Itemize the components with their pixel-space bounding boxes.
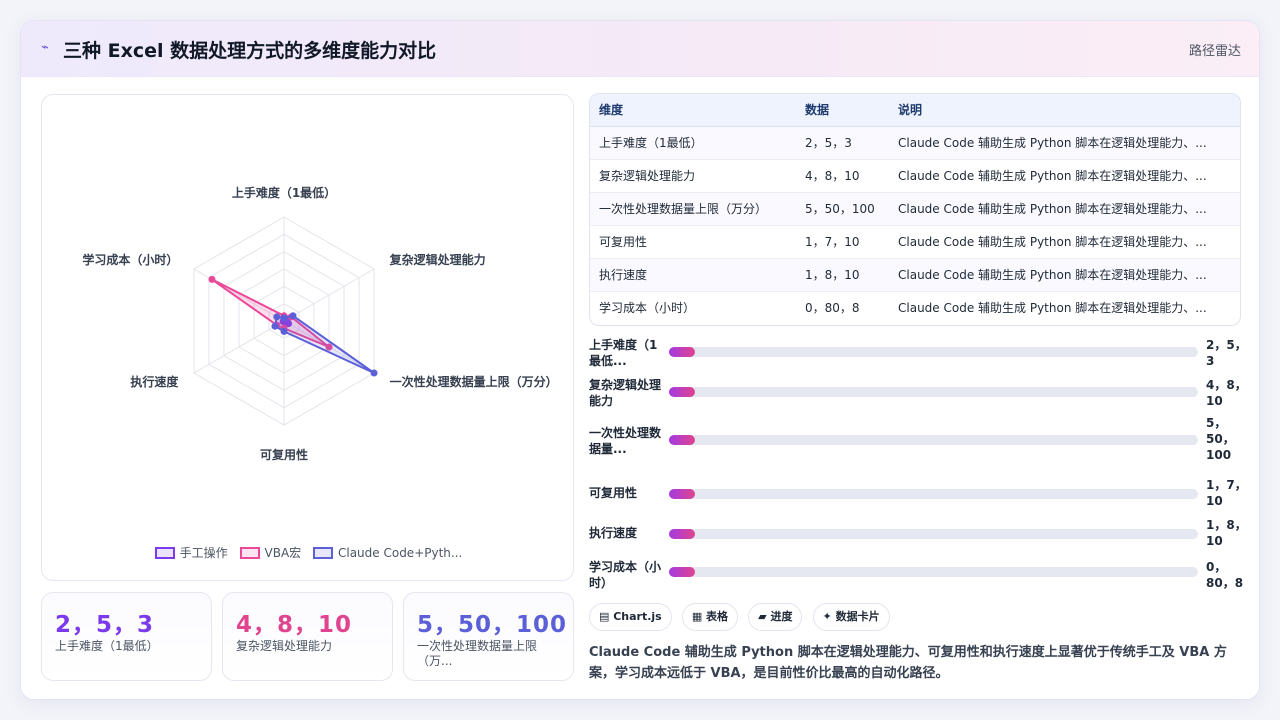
view-tag[interactable]: 路径雷达: [1189, 40, 1241, 59]
radar-axis-label: 学习成本（小时）: [82, 252, 178, 267]
line-chart-icon: ⌁: [41, 40, 49, 55]
legend-item-claude[interactable]: Claude Code+Pyth...: [312, 546, 463, 560]
table-row[interactable]: 执行速度 1，8，10 Claude Code 辅助生成 Python 脚本在逻辑处…: [590, 258, 1240, 292]
legend-label-claude: Claude Code+Pyth...: [337, 546, 463, 560]
chip-table[interactable]: ▦ 表格: [681, 603, 739, 631]
progress-track: [669, 387, 1198, 397]
progress-value: 5，50，100: [1206, 416, 1235, 462]
radar-series-2-point: [280, 327, 288, 335]
radar-series-2-point: [370, 369, 378, 377]
stat-label: 一次性处理数据量上限（万...: [417, 639, 538, 668]
cell-dimension: 可复用性: [590, 225, 796, 259]
feature-chips: ▤ Chart.js ▦ 表格 ▰ 进度 ✦ 数据卡片: [589, 603, 895, 631]
progress-fill: [669, 489, 696, 499]
legend-swatch-manual: [154, 547, 175, 559]
cell-note: Claude Code 辅助生成 Python 脚本在逻辑处理能力、...: [889, 225, 1240, 259]
column-header: 维度: [590, 94, 796, 127]
legend-swatch-vba: [239, 547, 260, 559]
table-row[interactable]: 学习成本（小时） 0，80，8 Claude Code 辅助生成 Python 脚本…: [590, 291, 1240, 324]
cell-dimension: 上手难度（1最低）: [590, 126, 796, 160]
legend-label-vba: VBA宏: [264, 546, 302, 560]
cell-dimension: 学习成本（小时）: [599, 301, 696, 316]
radar-axis-label: 执行速度: [130, 374, 179, 389]
table-row[interactable]: 上手难度（1最低） 2，5，3 Claude Code 辅助生成 Python 脚本…: [590, 126, 1240, 160]
progress-value: 0，80，8: [1206, 560, 1244, 590]
cell-data: 1，8，10: [796, 258, 889, 292]
progress-fill: [669, 435, 696, 445]
header-bar: ⌁ 三种 Excel 数据处理方式的多维度能力对比 路径雷达: [21, 21, 1259, 77]
progress-track: [669, 489, 1198, 499]
cell-data: 2，5，3: [796, 126, 889, 160]
progress-track: [669, 529, 1198, 539]
data-table-panel: 维度 数据 说明 上手难度（1最低） 2，5，3 Claude Code 辅助生成 …: [589, 93, 1241, 326]
progress-value: 2，5，3: [1206, 338, 1247, 368]
cell-note: Claude Code 辅助生成 Python 脚本在逻辑处理能力、...: [889, 126, 1240, 160]
progress-label: 执行速度: [589, 526, 638, 540]
chip-chartjs[interactable]: ▤ Chart.js: [589, 603, 672, 631]
chip-progress[interactable]: ▰ 进度: [748, 603, 803, 631]
cell-dimension: 复杂逻辑处理能力: [590, 159, 796, 193]
progress-label: 学习成本（小时）: [589, 560, 662, 590]
legend-label-manual: 手工操作: [179, 546, 228, 560]
radar-axis-label: 可复用性: [260, 447, 308, 462]
cell-data: 0，80，8: [805, 301, 860, 316]
progress-value: 4，8，10: [1206, 378, 1247, 408]
cell-data: 1，7，10: [796, 225, 889, 259]
radar-chart-panel: 上手难度（1最低） 复杂逻辑处理能力一次性处理数据量上限（万分） 可复用性 执行速度 学…: [41, 94, 574, 581]
cell-note: Claude Code 辅助生成 Python 脚本在逻辑处理能力、...: [889, 192, 1240, 226]
progress-track: [669, 347, 1198, 357]
progress-fill: [669, 347, 696, 357]
chart-legend: 手工操作 VBA宏 Claude Code+Pyth...: [42, 544, 575, 561]
radar-axis-label: 复杂逻辑处理能力: [389, 252, 486, 267]
radar-series-2-point: [280, 314, 288, 322]
radar-series-2-point: [289, 312, 297, 320]
column-header: 说明: [889, 94, 1240, 127]
progress-fill: [669, 387, 696, 397]
summary-text: Claude Code 辅助生成 Python 脚本在逻辑处理能力、可复用性和执…: [589, 645, 1227, 681]
cell-note: Claude Code 辅助生成 Python 脚本在逻辑处理能力、...: [889, 258, 1240, 292]
progress-value: 1，8，10: [1206, 518, 1247, 548]
radar-axis-label: 一次性处理数据量上限（万分）: [390, 374, 558, 389]
stat-card-difficulty: 2，5，3 上手难度（1最低）: [41, 592, 212, 681]
cell-dimension: 一次性处理数据量上限（万分）: [590, 192, 796, 226]
cell-data: 4，8，10: [796, 159, 889, 193]
radar-chart: 上手难度（1最低） 复杂逻辑处理能力一次性处理数据量上限（万分） 可复用性 执行速度 学…: [82, 185, 558, 462]
radar-series-1-point: [208, 275, 216, 283]
stat-label: 复杂逻辑处理能力: [236, 639, 333, 653]
table-header-row: 维度 数据 说明: [590, 94, 1240, 127]
legend-item-manual[interactable]: 手工操作: [154, 544, 228, 561]
stat-label: 上手难度（1最低）: [55, 639, 159, 653]
progress-label: 可复用性: [589, 486, 638, 500]
chip-data-cards[interactable]: ✦ 数据卡片: [812, 603, 890, 631]
stat-value: 4，8，10: [236, 612, 353, 638]
progress-label: 一次性处理数据量...: [589, 426, 662, 456]
progress-fill: [669, 529, 696, 539]
progress-track: [669, 435, 1198, 445]
radar-series-2-point: [273, 313, 281, 321]
table-row[interactable]: 复杂逻辑处理能力 4，8，10 Claude Code 辅助生成 Python 脚本…: [590, 159, 1240, 193]
progress-label: 复杂逻辑处理能力: [589, 378, 662, 408]
cell-data: 5，50，100: [796, 192, 889, 226]
progress-label: 上手难度（1最低...: [589, 338, 658, 368]
page-title: 三种 Excel 数据处理方式的多维度能力对比: [63, 40, 437, 62]
legend-item-vba[interactable]: VBA宏: [239, 544, 302, 561]
main-card: ⌁ 三种 Excel 数据处理方式的多维度能力对比 路径雷达 上手难度（1最低）…: [20, 20, 1260, 700]
progress-track: [669, 567, 1198, 577]
table-row[interactable]: 一次性处理数据量上限（万分） 5，50，100 Claude Code 辅助生成 P…: [590, 192, 1240, 226]
cell-dimension: 执行速度: [590, 258, 796, 292]
table-row[interactable]: 可复用性 1，7，10 Claude Code 辅助生成 Python 脚本在逻辑处…: [590, 225, 1240, 259]
stat-card-logic: 4，8，10 复杂逻辑处理能力: [222, 592, 393, 681]
radar-series-2-point: [271, 322, 279, 330]
column-header: 数据: [796, 94, 889, 127]
cell-note: Claude Code 辅助生成 Python 脚本在逻辑处理能力、...: [898, 301, 1207, 316]
stat-value: 2，5，3: [55, 612, 155, 638]
radar-axis-label: 上手难度（1最低）: [232, 185, 336, 200]
legend-swatch-claude: [312, 547, 333, 559]
progress-fill: [669, 567, 696, 577]
progress-value: 1，7，10: [1206, 478, 1247, 508]
stat-card-volume: 5，50，100 一次性处理数据量上限（万...: [403, 592, 574, 681]
data-table: 维度 数据 说明 上手难度（1最低） 2，5，3 Claude Code 辅助生成 …: [590, 94, 1240, 324]
cell-note: Claude Code 辅助生成 Python 脚本在逻辑处理能力、...: [889, 159, 1240, 193]
stat-value: 5，50，100: [417, 612, 568, 638]
